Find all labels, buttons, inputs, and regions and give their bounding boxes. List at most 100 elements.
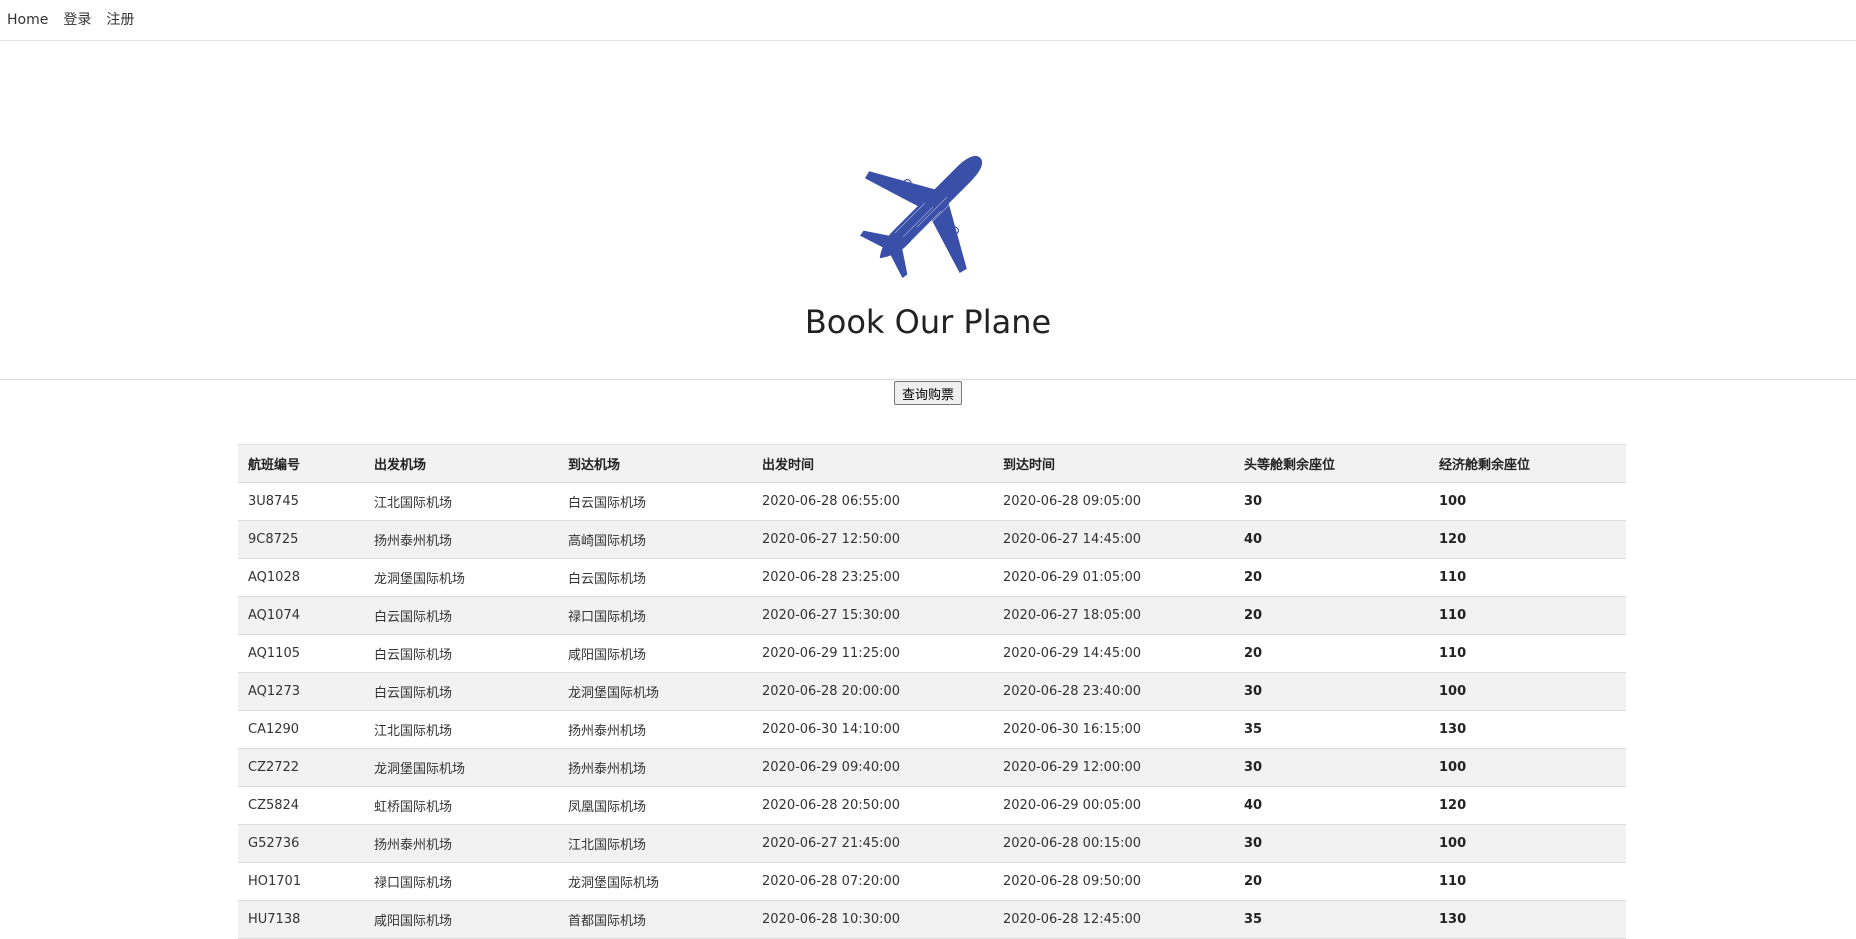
departure-airport-cell: 咸阳国际机场 [364,900,558,939]
flight-number-cell: AQ1105 [238,634,364,673]
departure-time-cell: 2020-06-28 20:50:00 [752,786,993,825]
flight-number-cell: 9C8725 [238,520,364,559]
departure-airport-cell: 江北国际机场 [364,710,558,749]
departure-airport-cell: 扬州泰州机场 [364,824,558,863]
header-arrival-time: 到达时间 [993,444,1234,483]
arrival-airport-cell: 高崎国际机场 [558,520,752,559]
nav-login-link[interactable]: 登录 [63,0,91,41]
departure-time-cell: 2020-06-28 06:55:00 [752,482,993,521]
arrival-airport-cell: 禄口国际机场 [558,596,752,635]
flight-number-cell: AQ1273 [238,672,364,711]
table-row: G52736 扬州泰州机场 江北国际机场 2020-06-27 21:45:00 202… [238,824,1626,863]
arrival-airport-cell: 龙洞堡国际机场 [558,672,752,711]
table-row: CA1290 江北国际机场 扬州泰州机场 2020-06-30 14:10:00 202… [238,710,1626,749]
arrival-time-cell: 2020-06-28 09:50:00 [993,862,1234,901]
first-class-seats-cell: 20 [1234,596,1429,635]
economy-seats-cell: 100 [1429,482,1626,521]
header-flight-number: 航班编号 [238,444,364,483]
header-departure-airport: 出发机场 [364,444,558,483]
departure-airport-cell: 白云国际机场 [364,634,558,673]
flight-table: 航班编号 出发机场 到达机场 出发时间 到达时间 头等舱剩余座位 经济舱剩余座位… [238,444,1626,939]
arrival-airport-cell: 白云国际机场 [558,482,752,521]
arrival-time-cell: 2020-06-28 09:05:00 [993,482,1234,521]
departure-time-cell: 2020-06-27 12:50:00 [752,520,993,559]
table-row: AQ1028 龙洞堡国际机场 白云国际机场 2020-06-28 23:25:00 20… [238,558,1626,597]
flight-rows: 3U8745 江北国际机场 白云国际机场 2020-06-28 06:55:00 202… [238,482,1626,939]
departure-time-cell: 2020-06-28 07:20:00 [752,862,993,901]
departure-time-cell: 2020-06-30 14:10:00 [752,710,993,749]
table-row: CZ5824 虹桥国际机场 凤凰国际机场 2020-06-28 20:50:00 202… [238,786,1626,825]
nav-register-link[interactable]: 注册 [106,0,134,41]
header-departure-time: 出发时间 [752,444,993,483]
flight-number-cell: 3U8745 [238,482,364,521]
economy-seats-cell: 130 [1429,900,1626,939]
arrival-airport-cell: 龙洞堡国际机场 [558,862,752,901]
arrival-airport-cell: 扬州泰州机场 [558,710,752,749]
departure-airport-cell: 龙洞堡国际机场 [364,558,558,597]
airplane-icon [859,155,983,279]
departure-time-cell: 2020-06-28 20:00:00 [752,672,993,711]
flight-number-cell: HU7138 [238,900,364,939]
header-first-class-seats: 头等舱剩余座位 [1234,444,1429,483]
flight-number-cell: CZ2722 [238,748,364,787]
first-class-seats-cell: 20 [1234,634,1429,673]
economy-seats-cell: 130 [1429,710,1626,749]
economy-seats-cell: 110 [1429,558,1626,597]
departure-airport-cell: 白云国际机场 [364,672,558,711]
header-economy-seats: 经济舱剩余座位 [1429,444,1626,483]
table-row: 9C8725 扬州泰州机场 高崎国际机场 2020-06-27 12:50:00 202… [238,520,1626,559]
flight-number-cell: AQ1028 [238,558,364,597]
departure-time-cell: 2020-06-29 11:25:00 [752,634,993,673]
arrival-time-cell: 2020-06-28 12:45:00 [993,900,1234,939]
departure-airport-cell: 白云国际机场 [364,596,558,635]
arrival-airport-cell: 咸阳国际机场 [558,634,752,673]
table-row: HU7138 咸阳国际机场 首都国际机场 2020-06-28 10:30:00 202… [238,900,1626,939]
departure-time-cell: 2020-06-27 21:45:00 [752,824,993,863]
departure-time-cell: 2020-06-28 10:30:00 [752,900,993,939]
departure-time-cell: 2020-06-27 15:30:00 [752,596,993,635]
flight-number-cell: HO1701 [238,862,364,901]
departure-airport-cell: 龙洞堡国际机场 [364,748,558,787]
arrival-time-cell: 2020-06-29 00:05:00 [993,786,1234,825]
arrival-airport-cell: 凤凰国际机场 [558,786,752,825]
arrival-time-cell: 2020-06-29 12:00:00 [993,748,1234,787]
economy-seats-cell: 110 [1429,634,1626,673]
economy-seats-cell: 100 [1429,824,1626,863]
page-title: Book Our Plane [804,303,1052,341]
flight-number-cell: AQ1074 [238,596,364,635]
table-row: 3U8745 江北国际机场 白云国际机场 2020-06-28 06:55:00 202… [238,482,1626,521]
flight-number-cell: G52736 [238,824,364,863]
arrival-airport-cell: 首都国际机场 [558,900,752,939]
hero-banner: Book Our Plane [0,41,1856,380]
first-class-seats-cell: 40 [1234,786,1429,825]
first-class-seats-cell: 30 [1234,824,1429,863]
table-row: AQ1105 白云国际机场 咸阳国际机场 2020-06-29 11:25:00 202… [238,634,1626,673]
departure-airport-cell: 虹桥国际机场 [364,786,558,825]
departure-airport-cell: 江北国际机场 [364,482,558,521]
first-class-seats-cell: 20 [1234,558,1429,597]
economy-seats-cell: 100 [1429,748,1626,787]
economy-seats-cell: 100 [1429,672,1626,711]
table-row: HO1701 禄口国际机场 龙洞堡国际机场 2020-06-28 07:20:00 20… [238,862,1626,901]
arrival-time-cell: 2020-06-29 01:05:00 [993,558,1234,597]
arrival-airport-cell: 扬州泰州机场 [558,748,752,787]
first-class-seats-cell: 35 [1234,710,1429,749]
flight-number-cell: CA1290 [238,710,364,749]
first-class-seats-cell: 20 [1234,862,1429,901]
arrival-time-cell: 2020-06-29 14:45:00 [993,634,1234,673]
table-header-row: 航班编号 出发机场 到达机场 出发时间 到达时间 头等舱剩余座位 经济舱剩余座位 [238,444,1626,483]
first-class-seats-cell: 30 [1234,672,1429,711]
arrival-time-cell: 2020-06-27 14:45:00 [993,520,1234,559]
economy-seats-cell: 110 [1429,862,1626,901]
departure-airport-cell: 禄口国际机场 [364,862,558,901]
query-purchase-button[interactable]: 查询购票 [893,381,962,405]
top-nav: Home 登录 注册 [0,0,1856,41]
action-row: 查询购票 [0,381,1856,405]
table-row: AQ1273 白云国际机场 龙洞堡国际机场 2020-06-28 20:00:00 20… [238,672,1626,711]
arrival-airport-cell: 江北国际机场 [558,824,752,863]
nav-home-link[interactable]: Home [7,0,48,41]
arrival-time-cell: 2020-06-28 23:40:00 [993,672,1234,711]
economy-seats-cell: 120 [1429,520,1626,559]
arrival-time-cell: 2020-06-28 00:15:00 [993,824,1234,863]
table-row: CZ2722 龙洞堡国际机场 扬州泰州机场 2020-06-29 09:40:00 20… [238,748,1626,787]
